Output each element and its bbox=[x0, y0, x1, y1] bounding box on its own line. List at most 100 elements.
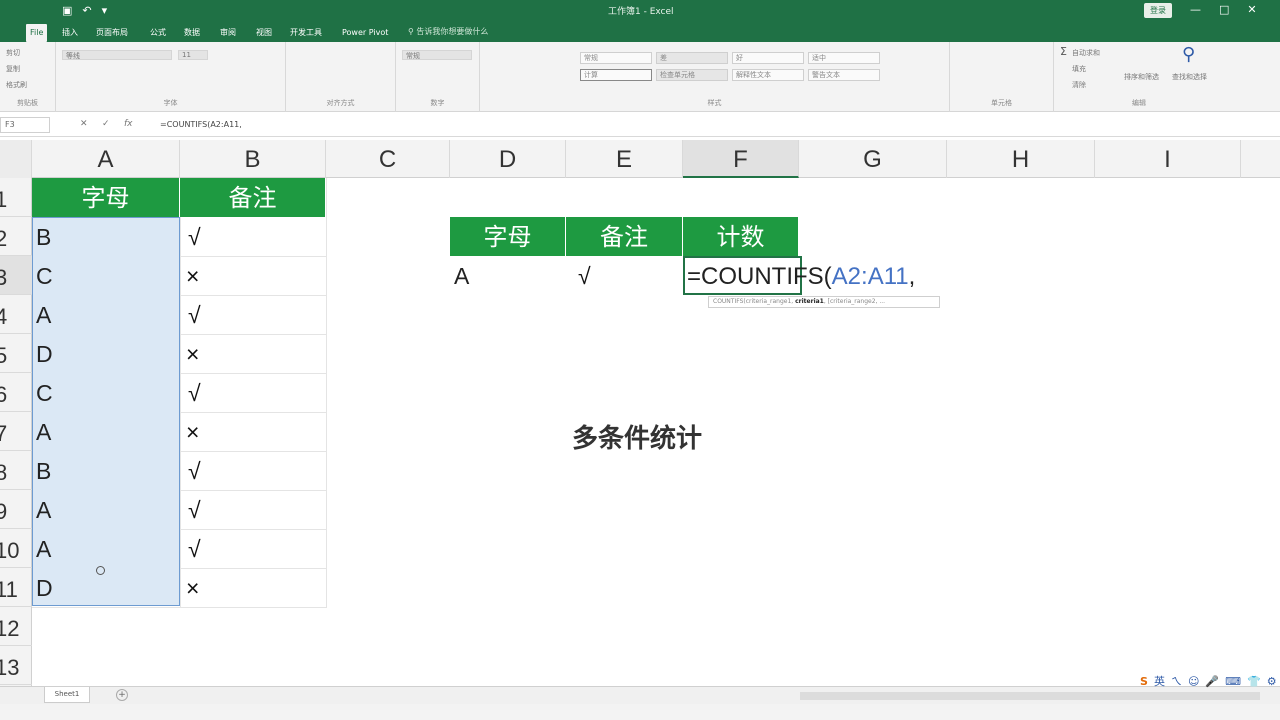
select-all-button[interactable] bbox=[0, 140, 32, 178]
fill-button[interactable]: 填充 bbox=[1072, 64, 1086, 74]
cell-a6[interactable]: C bbox=[36, 373, 53, 412]
column-header-g[interactable]: G bbox=[799, 140, 947, 178]
cell-d3[interactable]: A bbox=[454, 256, 469, 295]
tab-developer[interactable]: 开发工具 bbox=[286, 26, 326, 40]
table2-header-note[interactable]: 备注 bbox=[566, 217, 683, 256]
table2-header-count[interactable]: 计数 bbox=[683, 217, 799, 256]
tab-view[interactable]: 视图 bbox=[252, 26, 276, 40]
style-check-cell[interactable]: 检查单元格 bbox=[656, 69, 728, 81]
login-button[interactable]: 登录 bbox=[1144, 3, 1172, 18]
cell-a8[interactable]: B bbox=[36, 451, 51, 490]
row-header-9[interactable]: 9 bbox=[0, 490, 32, 529]
sogou-logo-icon[interactable]: S bbox=[1140, 675, 1148, 688]
skin-icon[interactable]: 👕 bbox=[1247, 675, 1261, 688]
style-explanatory[interactable]: 解释性文本 bbox=[732, 69, 804, 81]
keyboard-icon[interactable]: ⌨ bbox=[1225, 675, 1241, 688]
enter-icon[interactable]: ✓ bbox=[102, 119, 110, 129]
cell-b5[interactable]: × bbox=[186, 334, 199, 373]
copy-button[interactable]: 复制 bbox=[6, 64, 20, 74]
cell-a10[interactable]: A bbox=[36, 529, 51, 568]
name-box[interactable]: F3 bbox=[0, 117, 50, 133]
font-size-select[interactable]: 11 bbox=[178, 50, 208, 60]
tab-review[interactable]: 审阅 bbox=[216, 26, 240, 40]
cell-e3[interactable]: √ bbox=[578, 256, 591, 295]
tab-file[interactable]: File bbox=[26, 24, 48, 42]
maximize-icon[interactable]: □ bbox=[1219, 3, 1229, 16]
cell-b2[interactable]: √ bbox=[188, 217, 201, 256]
worksheet-grid[interactable]: 字母 备注 B C A D C A B A A D √ × √ × √ × √ … bbox=[32, 178, 1280, 686]
column-header-f[interactable]: F bbox=[683, 140, 799, 178]
tab-power-pivot[interactable]: Power Pivot bbox=[338, 26, 392, 40]
column-header-next[interactable] bbox=[1241, 140, 1280, 178]
tab-page-layout[interactable]: 页面布局 bbox=[92, 26, 132, 40]
number-format-select[interactable]: 常规 bbox=[402, 50, 472, 60]
horizontal-scrollbar[interactable] bbox=[800, 692, 1260, 700]
ime-punct-icon[interactable]: ㄟ bbox=[1171, 673, 1182, 689]
close-icon[interactable]: ✕ bbox=[1247, 3, 1256, 16]
style-normal[interactable]: 常规 bbox=[580, 52, 652, 64]
cancel-icon[interactable]: ✕ bbox=[80, 119, 88, 129]
font-format-buttons[interactable] bbox=[62, 70, 272, 80]
cell-a2[interactable]: B bbox=[36, 217, 51, 256]
tell-me-search[interactable]: ⚲ 告诉我你想要做什么 bbox=[408, 26, 488, 37]
column-header-c[interactable]: C bbox=[326, 140, 450, 178]
insert-function-icon[interactable]: fx bbox=[124, 119, 133, 129]
cell-a9[interactable]: A bbox=[36, 490, 51, 529]
row-header-13[interactable]: 13 bbox=[0, 646, 32, 685]
customize-icon[interactable]: ▾ bbox=[102, 4, 108, 17]
formula-input[interactable]: =COUNTIFS(A2:A11, bbox=[160, 120, 242, 129]
cell-a11[interactable]: D bbox=[36, 568, 53, 607]
cell-b10[interactable]: √ bbox=[188, 529, 201, 568]
settings-icon[interactable]: ⚙ bbox=[1267, 675, 1277, 688]
autosum-button[interactable]: 自动求和 bbox=[1072, 48, 1100, 58]
style-neutral[interactable]: 适中 bbox=[808, 52, 880, 64]
row-header-7[interactable]: 7 bbox=[0, 412, 32, 451]
column-header-e[interactable]: E bbox=[566, 140, 683, 178]
sheet-tab-sheet1[interactable]: Sheet1 bbox=[44, 687, 90, 703]
function-tooltip[interactable]: COUNTIFS(criteria_range1, criteria1, [cr… bbox=[708, 296, 940, 308]
row-header-8[interactable]: 8 bbox=[0, 451, 32, 490]
autosum-icon[interactable]: Σ bbox=[1060, 45, 1067, 58]
table2-header-letter[interactable]: 字母 bbox=[450, 217, 566, 256]
cell-f3-formula[interactable]: =COUNTIFS(A2:A11, bbox=[687, 256, 915, 295]
cell-b4[interactable]: √ bbox=[188, 295, 201, 334]
cell-b11[interactable]: × bbox=[186, 568, 199, 607]
column-header-d[interactable]: D bbox=[450, 140, 566, 178]
format-painter-button[interactable]: 格式刷 bbox=[6, 80, 27, 90]
cell-b3[interactable]: × bbox=[186, 256, 199, 295]
cut-button[interactable]: 剪切 bbox=[6, 48, 20, 58]
column-header-h[interactable]: H bbox=[947, 140, 1095, 178]
ime-english-icon[interactable]: 英 bbox=[1154, 673, 1165, 689]
microphone-icon[interactable]: 🎤 bbox=[1205, 675, 1219, 688]
cell-b7[interactable]: × bbox=[186, 412, 199, 451]
cell-b9[interactable]: √ bbox=[188, 490, 201, 529]
row-header-6[interactable]: 6 bbox=[0, 373, 32, 412]
tab-insert[interactable]: 插入 bbox=[58, 26, 82, 40]
find-select-button[interactable]: 查找和选择 bbox=[1172, 72, 1207, 82]
find-select-icon[interactable]: ⚲ bbox=[1182, 44, 1195, 65]
cell-b6[interactable]: √ bbox=[188, 373, 201, 412]
row-header-12[interactable]: 12 bbox=[0, 607, 32, 646]
cell-a7[interactable]: A bbox=[36, 412, 51, 451]
row-header-1[interactable]: 1 bbox=[0, 178, 32, 217]
table1-header-note[interactable]: 备注 bbox=[180, 178, 326, 217]
cell-b8[interactable]: √ bbox=[188, 451, 201, 490]
style-warning[interactable]: 警告文本 bbox=[808, 69, 880, 81]
row-header-4[interactable]: 4 bbox=[0, 295, 32, 334]
row-header-10[interactable]: 10 bbox=[0, 529, 32, 568]
row-header-2[interactable]: 2 bbox=[0, 217, 32, 256]
row-header-11[interactable]: 11 bbox=[0, 568, 32, 607]
tab-formulas[interactable]: 公式 bbox=[146, 26, 170, 40]
row-header-3[interactable]: 3 bbox=[0, 256, 32, 295]
tab-data[interactable]: 数据 bbox=[180, 26, 204, 40]
cell-a5[interactable]: D bbox=[36, 334, 53, 373]
save-icon[interactable]: ▣ bbox=[62, 4, 72, 17]
cell-a3[interactable]: C bbox=[36, 256, 53, 295]
table1-header-letter[interactable]: 字母 bbox=[32, 178, 180, 217]
style-bad[interactable]: 差 bbox=[656, 52, 728, 64]
style-calculation[interactable]: 计算 bbox=[580, 69, 652, 81]
undo-icon[interactable]: ↶ bbox=[82, 4, 91, 17]
row-header-5[interactable]: 5 bbox=[0, 334, 32, 373]
add-sheet-button[interactable]: + bbox=[116, 689, 128, 701]
range-selection-a2-a11[interactable] bbox=[32, 217, 180, 606]
